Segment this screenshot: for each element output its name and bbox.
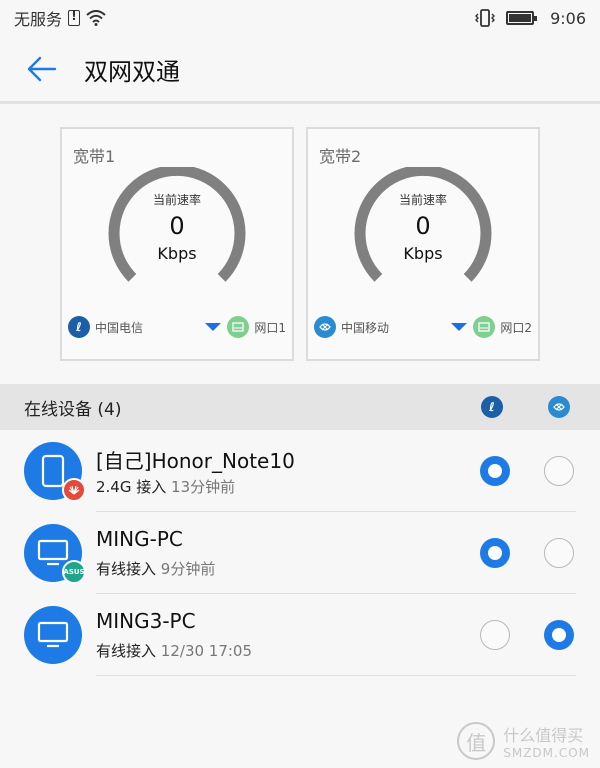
speed-caption: 当前速率 [152,193,201,207]
huawei-logo-icon [62,478,86,502]
broadband-footer: ℓ 中国电信 网口1 [68,316,286,338]
device-name: MING-PC [96,527,183,551]
operator-name: 中国移动 [341,320,390,335]
china-telecom-icon: ℓ [481,396,503,418]
device-status: 有线接入 12/30 17:05 [96,640,252,661]
speed-unit: Kbps [403,244,443,263]
ethernet-port-icon [227,316,250,338]
connection-type: 有线接入 [96,560,157,578]
ethernet-port-icon [473,316,496,338]
online-devices-title: 在线设备 (4) [24,399,122,420]
row-divider [96,675,576,676]
line2-radio[interactable] [544,620,574,650]
app-bar: 双网双通 [0,36,600,102]
back-button[interactable] [22,49,62,89]
port-name: 网口1 [254,320,286,335]
device-name: [自己]Honor_Note10 [96,449,295,473]
broadband-footer: 中国移动 网口2 [314,316,532,338]
status-bar: 无服务 9:06 [0,0,600,36]
device-list: [自己]Honor_Note10 2.4G 接入 13分钟前 ASUS MING… [0,430,600,676]
monitor-icon [37,539,69,566]
line1-radio[interactable] [480,538,510,568]
wifi-icon [86,10,106,26]
device-avatar: ASUS [24,524,86,584]
device-row[interactable]: ASUS MING-PC 有线接入 9分钟前 [0,512,600,594]
broadband-label: 宽带2 [319,147,362,166]
asus-logo-icon: ASUS [62,560,86,584]
dropdown-triangle-icon[interactable] [451,323,468,331]
page-title: 双网双通 [84,57,180,86]
device-avatar [24,442,86,502]
vibrate-icon [475,9,496,27]
broadband-cards: 宽带1 当前速率 0 Kbps ℓ 中国电信 网口1 宽带2 当前速率 0 Kb… [60,127,540,361]
broadband-card-1[interactable]: 宽带1 当前速率 0 Kbps ℓ 中国电信 网口1 [60,127,294,361]
line1-radio[interactable] [480,456,510,486]
speed-value: 0 [415,212,431,240]
phone-icon [41,454,65,488]
speed-unit: Kbps [157,244,197,263]
device-name: MING3-PC [96,609,196,633]
broadband-card-2[interactable]: 宽带2 当前速率 0 Kbps 中国移动 网口2 [306,127,540,361]
line2-radio[interactable] [544,456,574,486]
last-seen: 13分钟前 [171,478,236,496]
operator-name: 中国电信 [95,320,144,335]
china-telecom-icon: ℓ [68,316,90,338]
china-mobile-icon [548,396,570,418]
sim-alert-icon [68,9,81,26]
last-seen: 9分钟前 [160,560,216,578]
line1-radio[interactable] [480,620,510,650]
watermark-line2: SMZDM.COM [503,746,590,760]
device-status: 2.4G 接入 13分钟前 [96,476,235,497]
battery-icon [506,11,538,25]
connection-type: 2.4G 接入 [96,478,167,496]
connection-type: 有线接入 [96,642,157,660]
device-status: 有线接入 9分钟前 [96,558,215,579]
clock: 9:06 [550,8,586,28]
china-mobile-icon [314,316,336,338]
last-seen: 12/30 17:05 [160,642,253,660]
device-row[interactable]: [自己]Honor_Note10 2.4G 接入 13分钟前 [0,430,600,512]
speed-value: 0 [169,212,185,240]
port-name: 网口2 [500,320,532,335]
dropdown-triangle-icon[interactable] [205,323,222,331]
line2-radio[interactable] [544,538,574,568]
header-divider [0,101,600,104]
monitor-icon [37,621,69,648]
device-row[interactable]: MING3-PC 有线接入 12/30 17:05 [0,594,600,676]
watermark-line1: 什么值得买 [503,726,584,745]
speed-caption: 当前速率 [398,193,447,207]
arrow-left-icon [27,56,57,82]
watermark: 值 什么值得买 SMZDM.COM [457,722,590,760]
network-status: 无服务 [14,10,63,29]
smzdm-logo-icon: 值 [457,722,496,760]
online-devices-header: 在线设备 (4) ℓ [0,384,600,430]
broadband-label: 宽带1 [73,147,116,166]
device-avatar [24,606,82,664]
